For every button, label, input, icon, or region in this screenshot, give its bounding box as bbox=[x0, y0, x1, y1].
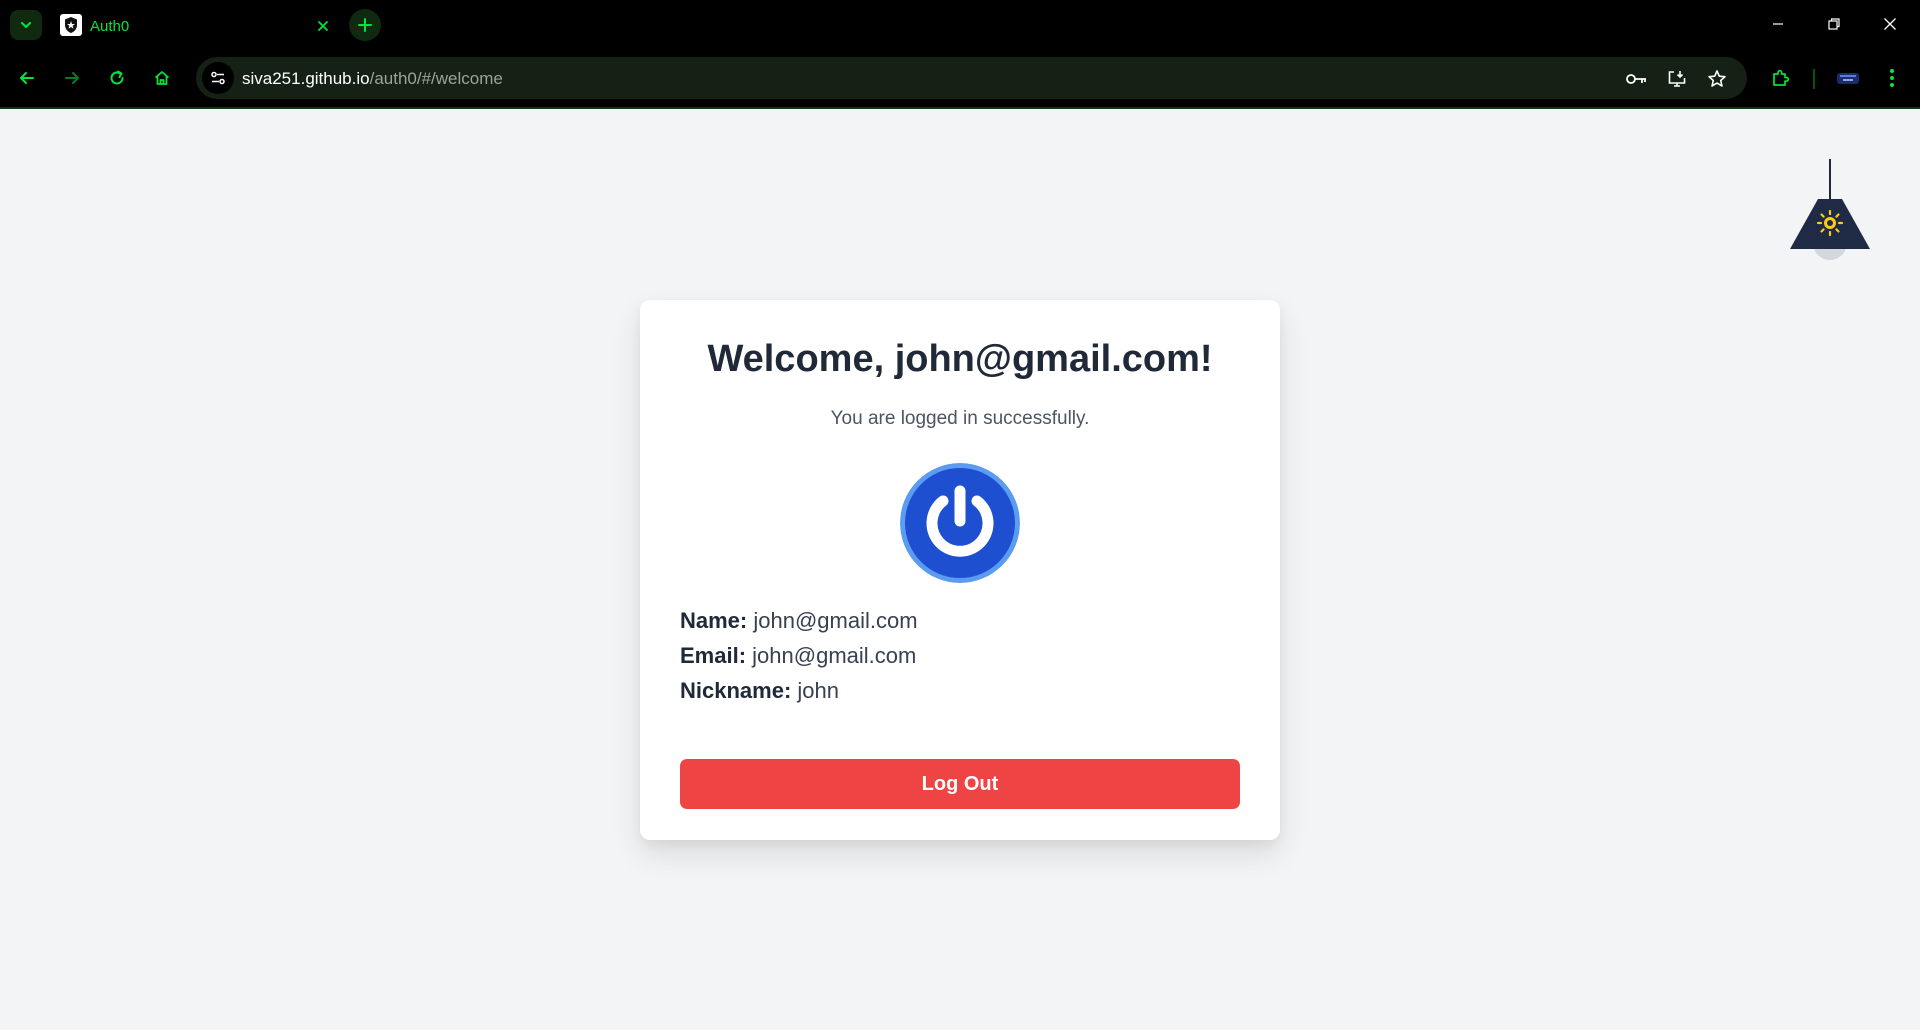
reload-icon bbox=[110, 70, 124, 85]
tab-title: Auth0 bbox=[90, 18, 130, 35]
minimize-button[interactable] bbox=[1758, 8, 1798, 40]
plus-icon bbox=[358, 18, 372, 32]
email-row: Email: john@gmail.com bbox=[680, 638, 1240, 673]
arrow-right-icon bbox=[65, 72, 79, 84]
install-icon bbox=[1668, 71, 1686, 87]
forward-button[interactable] bbox=[55, 61, 89, 95]
restore-button[interactable] bbox=[1814, 8, 1854, 40]
name-row: Name: john@gmail.com bbox=[680, 603, 1240, 638]
theme-toggle-lamp[interactable] bbox=[1790, 159, 1870, 289]
bookmark-button[interactable] bbox=[1703, 65, 1731, 93]
home-button[interactable] bbox=[145, 61, 179, 95]
close-icon bbox=[318, 21, 328, 31]
extensions-button[interactable] bbox=[1764, 61, 1798, 95]
browser-chrome: Auth0 siva251.github.io/auth0/#/welcome bbox=[0, 0, 1920, 109]
minimize-icon bbox=[1773, 23, 1783, 25]
avatar bbox=[900, 463, 1020, 583]
address-bar[interactable]: siva251.github.io/auth0/#/welcome bbox=[196, 57, 1747, 99]
name-label: Name: bbox=[680, 608, 748, 633]
url-host: siva251.github.io bbox=[242, 69, 370, 88]
tune-icon bbox=[211, 71, 225, 85]
new-tab-button[interactable] bbox=[349, 9, 381, 41]
nickname-label: Nickname: bbox=[680, 678, 792, 703]
profile-info: Name: john@gmail.com Email: john@gmail.c… bbox=[680, 603, 1240, 708]
more-vertical-icon bbox=[1890, 69, 1894, 87]
browser-toolbar: siva251.github.io/auth0/#/welcome bbox=[0, 55, 1920, 103]
tab-close-button[interactable] bbox=[312, 15, 334, 37]
password-key-button[interactable] bbox=[1623, 65, 1651, 93]
home-icon bbox=[154, 71, 170, 85]
welcome-card: Welcome, john@gmail.com! You are logged … bbox=[640, 300, 1280, 840]
chevron-down-icon bbox=[21, 22, 31, 28]
browser-menu-button[interactable] bbox=[1875, 61, 1909, 95]
welcome-title: Welcome, john@gmail.com! bbox=[707, 338, 1213, 380]
tab-strip: Auth0 bbox=[0, 0, 1920, 50]
url-path: /auth0/#/welcome bbox=[369, 69, 503, 88]
welcome-subtitle: You are logged in successfully. bbox=[830, 408, 1090, 429]
logout-button[interactable]: Log Out bbox=[680, 759, 1240, 809]
nickname-row: Nickname: john bbox=[680, 673, 1240, 708]
url-text[interactable]: siva251.github.io/auth0/#/welcome bbox=[242, 69, 503, 89]
arrow-left-icon bbox=[20, 72, 34, 84]
email-label: Email: bbox=[680, 643, 747, 668]
puzzle-icon bbox=[1773, 69, 1790, 86]
auth0-favicon-icon bbox=[60, 14, 82, 36]
key-icon bbox=[1626, 74, 1646, 84]
toolbar-divider bbox=[1813, 69, 1815, 89]
nickname-value: john bbox=[797, 678, 839, 703]
star-icon bbox=[1708, 70, 1726, 87]
close-window-button[interactable] bbox=[1870, 8, 1910, 40]
name-value: john@gmail.com bbox=[753, 608, 918, 633]
power-icon bbox=[900, 463, 1020, 583]
tab-auth0[interactable]: Auth0 bbox=[50, 4, 340, 50]
site-info-button[interactable] bbox=[202, 62, 234, 94]
install-app-button[interactable] bbox=[1663, 65, 1691, 93]
avatar-icon bbox=[1837, 73, 1859, 84]
reload-button[interactable] bbox=[100, 61, 134, 95]
tab-search-button[interactable] bbox=[10, 10, 42, 40]
email-value: john@gmail.com bbox=[752, 643, 917, 668]
close-icon bbox=[1884, 18, 1896, 30]
sun-icon bbox=[1816, 209, 1844, 237]
profile-button[interactable] bbox=[1831, 61, 1865, 95]
back-button[interactable] bbox=[10, 61, 44, 95]
page-content: Welcome, john@gmail.com! You are logged … bbox=[0, 109, 1920, 1030]
restore-icon bbox=[1828, 18, 1840, 30]
